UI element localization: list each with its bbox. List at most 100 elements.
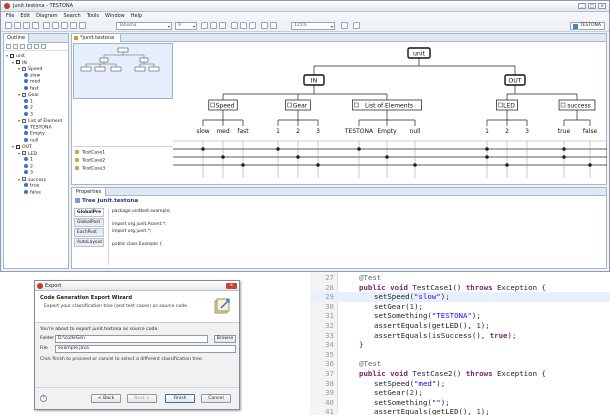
undo-icon[interactable] — [43, 22, 50, 29]
font-color-icon[interactable] — [219, 22, 226, 29]
print-icon[interactable] — [32, 22, 39, 29]
menu-search[interactable]: Search — [64, 13, 81, 19]
bold-icon[interactable] — [201, 22, 208, 29]
outline-node[interactable]: TESTONA — [24, 124, 52, 131]
menu-file[interactable]: File — [6, 13, 14, 19]
browse-button[interactable]: Browse — [214, 335, 236, 343]
outline-node[interactable]: 3 — [24, 111, 33, 118]
maximize-button[interactable]: □ — [588, 3, 596, 9]
help-icon[interactable]: ? — [40, 395, 47, 402]
font-combo[interactable]: Tahoma ▾ — [116, 22, 172, 30]
properties-code-text[interactable]: package unittest.example; import org.juni… — [108, 209, 604, 265]
redo-icon[interactable] — [52, 22, 59, 29]
link-icon[interactable] — [34, 44, 39, 49]
minimize-button[interactable]: _ — [578, 3, 586, 9]
new-file-icon[interactable] — [5, 22, 12, 29]
paste-icon[interactable] — [79, 22, 86, 29]
font-size-combo[interactable]: 9 ▾ — [175, 22, 197, 30]
outline-node[interactable]: 2 — [24, 105, 33, 111]
folder-input[interactable]: D:\codeGen — [55, 335, 208, 343]
outline-node[interactable]: ▾ Speed — [18, 66, 42, 72]
copy-icon[interactable] — [70, 22, 77, 29]
tree-overview-minimap[interactable] — [73, 43, 173, 99]
menu-window[interactable]: Window — [105, 13, 125, 19]
italic-icon[interactable] — [210, 22, 217, 29]
zoom-out-icon[interactable] — [261, 22, 268, 29]
menu-edit[interactable]: Edit — [20, 13, 30, 19]
outline-node[interactable]: Empty — [24, 131, 45, 137]
file-input[interactable]: example.java — [55, 345, 236, 353]
outline-node[interactable]: 3 — [24, 170, 33, 176]
zoom-combo[interactable]: 125% ▾ — [291, 22, 335, 30]
cancel-button[interactable]: Cancel — [201, 394, 231, 403]
outline-node[interactable]: true — [24, 183, 39, 189]
save-icon[interactable] — [23, 22, 30, 29]
open-folder-icon[interactable] — [14, 22, 21, 29]
view-menu-icon[interactable] — [41, 44, 46, 49]
back-button[interactable]: < Back — [91, 394, 121, 403]
zoom-in-icon[interactable] — [270, 22, 277, 29]
dialog-close-button[interactable]: x — [226, 283, 237, 289]
perspective-switcher[interactable]: TESTONA — [569, 22, 605, 30]
java-code-editor[interactable]: 27 @Test 28 public void TestCase1() throws … — [310, 272, 610, 415]
test-case-item[interactable]: TestCase1 — [75, 150, 105, 156]
layout-icon[interactable] — [341, 22, 348, 29]
outline-node[interactable]: med — [24, 79, 40, 85]
outline-node[interactable]: ▾ List of Element — [18, 118, 62, 124]
code-text: setGear(1); — [374, 301, 423, 311]
test-case-mark — [241, 163, 245, 167]
outline-node-label: unit — [16, 54, 25, 59]
collapse-all-icon[interactable] — [6, 44, 11, 49]
properties-section-tab[interactable]: EachPost — [74, 228, 104, 237]
main-toolbar: Tahoma ▾ 9 ▾ 125% ▾ TESTONA — [1, 20, 609, 32]
properties-tab-label: Properties — [76, 189, 102, 195]
outline-node[interactable]: ▾ success — [18, 177, 46, 183]
menu-diagram[interactable]: Diagram — [36, 13, 57, 19]
align-right-icon[interactable] — [249, 22, 256, 29]
outline-node[interactable]: 2 — [24, 163, 33, 170]
outline-node[interactable]: ▾ OUT — [12, 144, 32, 150]
align-left-icon[interactable] — [231, 22, 238, 29]
menu-help[interactable]: Help — [131, 13, 142, 19]
outline-node[interactable]: fast — [24, 85, 39, 92]
test-case-mark — [413, 163, 417, 167]
menu-tools[interactable]: Tools — [87, 13, 99, 19]
outline-node[interactable]: ▾ IN — [12, 60, 27, 66]
outline-node[interactable]: slow — [24, 72, 40, 79]
properties-section-tab[interactable]: GlobalPre — [74, 208, 104, 217]
cut-icon[interactable] — [61, 22, 68, 29]
close-button[interactable]: x — [598, 3, 606, 9]
class-label: Empty — [377, 128, 397, 135]
minimap-classification — [80, 66, 92, 72]
test-case-label: TestCase1 — [82, 150, 106, 156]
wizard-icon[interactable] — [353, 22, 360, 29]
tab-properties[interactable]: Properties — [72, 188, 107, 196]
outline-node-label: Speed — [28, 67, 43, 72]
classification-icon — [22, 118, 26, 123]
tab-outline[interactable]: Outline — [4, 34, 30, 43]
properties-section-tab[interactable]: AutoLayout — [74, 238, 104, 247]
chevron-down-icon: ▾ — [167, 24, 170, 29]
outline-node[interactable]: 1 — [24, 98, 33, 105]
tab-junit-testona[interactable]: *junit.testona — [72, 34, 122, 42]
classification-tree-canvas[interactable]: slow med fast 1 2 3 TESTONA Empty null 1 2 3 true fal… — [173, 43, 607, 184]
expand-all-icon[interactable] — [13, 44, 18, 49]
classification-label: Gear — [293, 102, 308, 109]
filter-icon[interactable] — [20, 44, 25, 49]
finish-button[interactable]: Finish — [165, 394, 195, 403]
class-icon — [24, 124, 28, 129]
outline-node[interactable]: false — [24, 189, 41, 196]
test-case-item[interactable]: TestCase3 — [75, 166, 105, 172]
code-line: 37 public void TestCase2() throws Excepti… — [310, 369, 610, 379]
outline-node[interactable]: ▾ LED — [18, 151, 37, 157]
chevron-down-icon: ▾ — [330, 24, 333, 29]
outline-node[interactable]: ▾ Gear — [18, 92, 39, 98]
align-center-icon[interactable] — [240, 22, 247, 29]
outline-node[interactable]: ▾ unit — [6, 53, 25, 59]
next-button[interactable]: Next > — [127, 394, 157, 403]
outline-node[interactable]: 1 — [24, 157, 33, 163]
test-case-item[interactable]: TestCase2 — [75, 158, 105, 164]
outline-node[interactable]: null — [24, 137, 38, 144]
properties-section-tab[interactable]: GlobalPost — [74, 218, 104, 227]
sort-icon[interactable] — [27, 44, 32, 49]
